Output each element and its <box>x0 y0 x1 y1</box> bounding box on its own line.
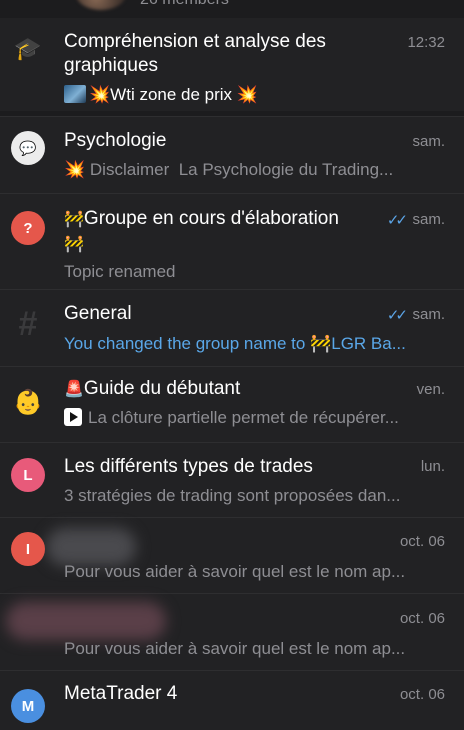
members-count: 26 members <box>140 0 229 9</box>
chat-time: oct. 06 <box>399 533 445 550</box>
explosion-icon: 💥 <box>89 85 111 104</box>
chat-preview: La clôture partielle permet de récupérer… <box>64 407 448 429</box>
speech-bubble-icon: 💬 <box>11 131 45 165</box>
chat-title: Compréhension et analyse des graphiques <box>64 31 326 76</box>
play-icon <box>64 408 82 426</box>
chat-avatar: I <box>11 532 45 566</box>
chat-title: Les différents types de trades <box>64 456 313 477</box>
group-avatar[interactable] <box>76 0 126 10</box>
image-thumbnail <box>64 85 86 103</box>
help-bubble-icon: ? <box>11 211 45 245</box>
double-check-icon: ✓✓ <box>386 307 408 324</box>
chat-title: General <box>64 303 132 324</box>
chat-title: 🚨Guide du débutant <box>64 378 241 399</box>
topic-list: 🎓 Compréhension et analyse des graphique… <box>0 18 464 730</box>
chat-preview: 💥Wti zone de prix 💥 <box>64 84 448 106</box>
chat-avatar: M <box>11 689 45 723</box>
chat-time: lun. <box>420 458 445 475</box>
explosion-icon: 💥 <box>64 160 86 179</box>
siren-icon: 🚨 <box>64 381 84 398</box>
chat-row-groupe[interactable]: ? 🚧Groupe en cours d'élaboration 🚧 ✓✓ sa… <box>0 193 464 289</box>
chat-row-hidden-2[interactable]: oct. 06 Pour vous aider à savoir quel es… <box>0 593 464 670</box>
chat-title: 🚧Groupe en cours d'élaboration 🚧 <box>64 208 339 253</box>
chat-time: oct. 06 <box>399 686 445 703</box>
chat-row-comprehension[interactable]: 🎓 Compréhension et analyse des graphique… <box>0 18 464 111</box>
chat-time: sam. <box>412 211 445 228</box>
chat-preview: Pour vous aider à savoir quel est le nom… <box>64 562 406 581</box>
chat-time: 12:32 <box>407 34 445 51</box>
chat-preview: Pour vous aider à savoir quel est le nom… <box>64 639 406 658</box>
chat-row-general[interactable]: # General ✓✓ sam. You changed the group … <box>0 289 464 366</box>
chat-header: 26 members <box>0 0 464 18</box>
hashtag-icon: # <box>18 304 38 343</box>
baby-face-icon: 👶 <box>13 388 43 416</box>
chat-preview: You changed the group name to 🚧LGR Ba... <box>64 334 406 353</box>
construction-icon: 🚧 <box>64 211 84 228</box>
chat-avatar: L <box>11 458 45 492</box>
chat-title: Psychologie <box>64 130 167 151</box>
chat-row-metatrader[interactable]: M MetaTrader 4 oct. 06 <box>0 670 464 730</box>
chat-row-guide[interactable]: 👶 🚨Guide du débutant ven. La clôture par… <box>0 366 464 442</box>
chat-title: MetaTrader 4 <box>64 683 178 704</box>
chat-row-types-trades[interactable]: L Les différents types de trades lun. 3 … <box>0 442 464 517</box>
chat-row-psychologie[interactable]: 💬 Psychologie sam. 💥 Disclaimer La Psych… <box>0 116 464 193</box>
graduation-cap-icon: 🎓 <box>14 36 42 61</box>
chat-preview: 3 stratégies de trading sont proposées d… <box>64 486 401 505</box>
construction-icon: 🚧 <box>64 236 84 253</box>
double-check-icon: ✓✓ <box>386 212 408 229</box>
chat-preview: 💥 Disclaimer La Psychologie du Trading..… <box>64 160 394 179</box>
explosion-icon: 💥 <box>236 85 258 104</box>
chat-time: oct. 06 <box>399 610 445 627</box>
chat-preview: Topic renamed <box>64 262 176 281</box>
chat-time: sam. <box>412 133 445 150</box>
chat-time: sam. <box>412 306 445 323</box>
redacted-title <box>6 602 166 640</box>
chat-row-hidden-1[interactable]: I oct. 06 Pour vous aider à savoir quel … <box>0 517 464 593</box>
chat-time: ven. <box>416 381 445 398</box>
